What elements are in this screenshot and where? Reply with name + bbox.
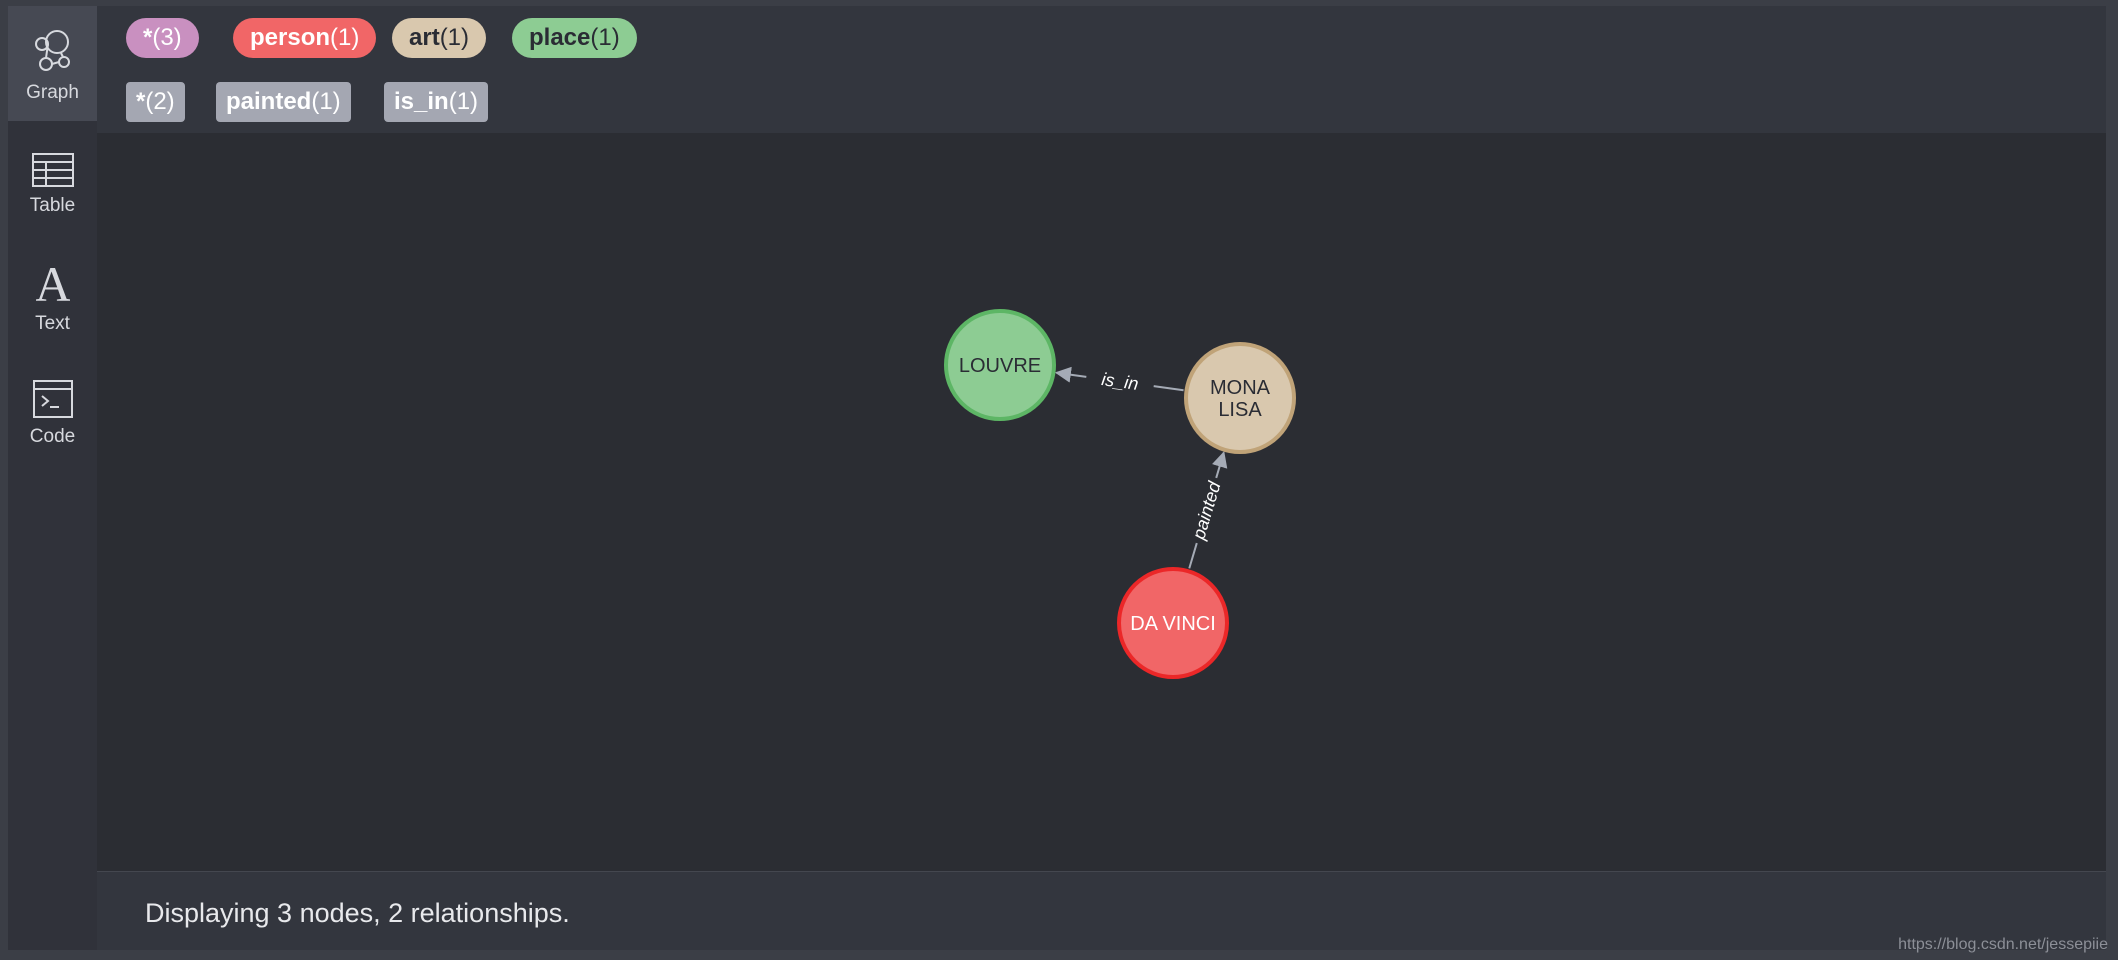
- rel-filter-all[interactable]: * (2): [126, 82, 185, 122]
- sidebar-item-table[interactable]: Table: [8, 121, 97, 237]
- edge-arrow: [1054, 366, 1087, 383]
- graph-node-louvre[interactable]: LOUVRE: [944, 309, 1056, 421]
- edge-line: [1188, 542, 1198, 569]
- text-icon: A: [36, 261, 70, 305]
- status-text: Displaying 3 nodes, 2 relationships.: [145, 898, 570, 928]
- label-name: person: [250, 24, 331, 51]
- rel-name: *: [136, 88, 146, 115]
- sidebar-item-label: Graph: [26, 82, 79, 103]
- label-count: (1): [439, 24, 470, 51]
- label-name: art: [409, 24, 440, 51]
- watermark: https://blog.csdn.net/jessepiie: [1898, 936, 2108, 953]
- sidebar-item-graph[interactable]: Graph: [8, 6, 97, 121]
- edge-line: [1153, 385, 1184, 392]
- graph-icon: [34, 30, 70, 71]
- graph-node-mona-lisa[interactable]: MONALISA: [1184, 342, 1296, 454]
- rel-count: (1): [311, 88, 341, 115]
- status-footer: Displaying 3 nodes, 2 relationships.: [97, 871, 2106, 950]
- graph-edge-is-in[interactable]: is_in: [1054, 366, 1184, 394]
- node-caption: LOUVRE: [959, 355, 1041, 377]
- graph-node-da-vinci[interactable]: DA VINCI: [1117, 567, 1229, 679]
- sidebar-item-label: Code: [29, 426, 76, 447]
- view-sidebar: Graph Table A Text Code: [8, 6, 97, 950]
- label-count: (3): [152, 24, 182, 51]
- sidebar-item-code[interactable]: Code: [8, 353, 97, 469]
- label-count: (1): [590, 24, 620, 51]
- graph-svg[interactable]: is_inpainted LOUVRE MONALISA DA VINCI: [97, 133, 2106, 871]
- table-icon: [31, 153, 74, 187]
- rel-filter-is-in[interactable]: is_in (1): [384, 82, 489, 122]
- graph-canvas[interactable]: is_inpainted LOUVRE MONA LISA DA VINCI: [97, 133, 2106, 871]
- rel-name: is_in: [394, 88, 449, 115]
- sidebar-item-text[interactable]: A Text: [8, 237, 97, 353]
- edge-label: is_in: [1100, 369, 1139, 394]
- rel-count: (1): [448, 88, 479, 115]
- edge-arrow: [1211, 451, 1228, 479]
- node-caption: MONA: [1210, 377, 1271, 399]
- sidebar-item-label: Table: [29, 195, 76, 216]
- label-name: *: [143, 24, 153, 51]
- code-icon: [32, 380, 73, 418]
- label-filter-art[interactable]: art (1): [392, 18, 487, 58]
- legend-header: * (3) person (1) art (1) place (1) * (2) pain…: [97, 6, 2106, 133]
- label-filter-place[interactable]: place (1): [512, 18, 637, 58]
- app-frame: Graph Table A Text Code * (3) person (1)…: [8, 6, 2106, 950]
- node-caption: LISA: [1218, 399, 1262, 421]
- label-count: (1): [330, 24, 360, 51]
- graph-edge-painted[interactable]: painted: [1188, 451, 1228, 569]
- node-caption: DA VINCI: [1130, 613, 1216, 635]
- label-name: place: [529, 24, 591, 51]
- label-filter-all[interactable]: * (3): [126, 18, 199, 58]
- rel-name: painted: [226, 88, 312, 115]
- rel-count: (2): [145, 88, 175, 115]
- label-filter-person[interactable]: person (1): [233, 18, 377, 58]
- sidebar-item-label: Text: [35, 313, 70, 334]
- svg-text:A: A: [36, 261, 70, 305]
- rel-filter-painted[interactable]: painted (1): [216, 82, 351, 122]
- edge-label: painted: [1188, 478, 1225, 542]
